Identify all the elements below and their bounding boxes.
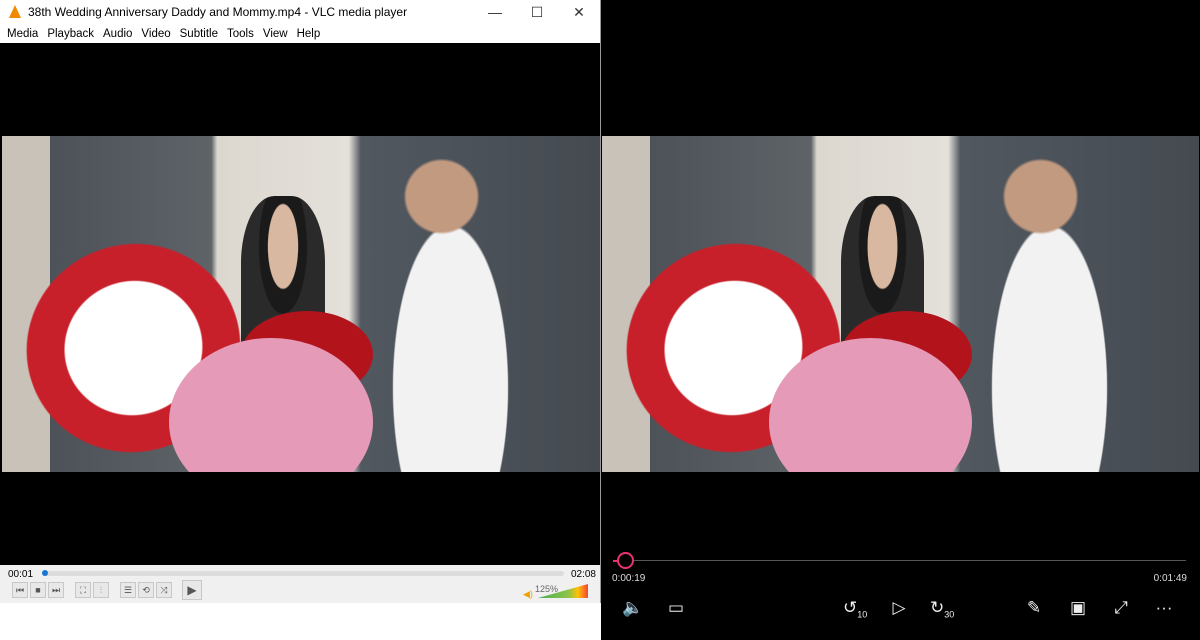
fullscreen-icon[interactable]: ⤢ [1109,598,1133,618]
video-frame[interactable] [602,136,1199,472]
window-title: 38th Wedding Anniversary Daddy and Mommy… [28,5,408,19]
playlist-button[interactable]: ☰ [120,582,136,598]
elapsed-time: 0:00:19 [612,573,646,584]
shuffle-button[interactable]: ⤨ [156,582,172,598]
seek-handle[interactable] [42,570,48,576]
duration: 02:08 [570,569,596,580]
vlc-window: 38th Wedding Anniversary Daddy and Mommy… [0,0,601,603]
menu-audio[interactable]: Audio [103,28,132,40]
more-options-icon[interactable]: ··· [1152,598,1176,618]
maximize-button[interactable]: ☐ [516,4,558,21]
close-button[interactable]: ✕ [558,4,600,21]
movies-tv-player: 0:00:19 0:01:49 🔈 ▭ ↺10 ▷ ↻30 ✎ ▣ ⤢ ··· [601,0,1200,640]
rewind-icon: ↺ [843,598,858,617]
forward-icon: ↻ [930,598,945,617]
menu-bar: Media Playback Audio Video Subtitle Tool… [0,24,600,43]
mini-view-icon[interactable]: ▣ [1066,598,1090,618]
next-button[interactable]: ⏭ [48,582,64,598]
video-frame [2,136,600,472]
title-bar: 38th Wedding Anniversary Daddy and Mommy… [0,0,600,24]
stop-button[interactable]: ■ [30,582,46,598]
menu-video[interactable]: Video [141,28,170,40]
skip-back-10-button[interactable]: ↺10 [843,598,867,619]
loop-button[interactable]: ⟲ [138,582,154,598]
play-button[interactable]: ▶ [182,580,202,600]
seek-bar[interactable] [613,560,1186,561]
rewind-label: 10 [857,609,868,620]
forward-label: 30 [944,609,955,620]
control-bar: 00:01 02:08 ⏮ ■ ⏭ ⛶ ⫶ ☰ ⟲ ⤨ ▶ ◀) 125% [0,565,600,603]
extended-settings-button[interactable]: ⫶ [93,582,109,598]
man [960,136,1140,472]
menu-help[interactable]: Help [297,28,321,40]
volume-icon[interactable]: 🔈 [621,598,645,618]
menu-view[interactable]: View [263,28,288,40]
speaker-icon[interactable]: ◀) [523,589,533,600]
menu-tools[interactable]: Tools [227,28,254,40]
play-button[interactable]: ▷ [887,598,911,618]
seek-handle[interactable] [617,552,634,569]
fullscreen-button[interactable]: ⛶ [75,582,91,598]
duration: 0:01:49 [1153,573,1187,584]
video-area[interactable] [0,43,600,565]
menu-media[interactable]: Media [7,28,38,40]
elapsed-time: 00:01 [8,569,34,580]
man [360,136,541,472]
previous-button[interactable]: ⏮ [12,582,28,598]
vlc-cone-icon [8,5,22,19]
subtitles-icon[interactable]: ▭ [664,598,688,618]
menu-subtitle[interactable]: Subtitle [180,28,218,40]
edit-pencil-icon[interactable]: ✎ [1022,598,1046,618]
volume-level: 125% [535,584,559,594]
seek-bar[interactable] [42,570,564,576]
menu-playback[interactable]: Playback [47,28,94,40]
minimize-button[interactable]: — [474,4,516,21]
skip-forward-30-button[interactable]: ↻30 [930,598,954,619]
